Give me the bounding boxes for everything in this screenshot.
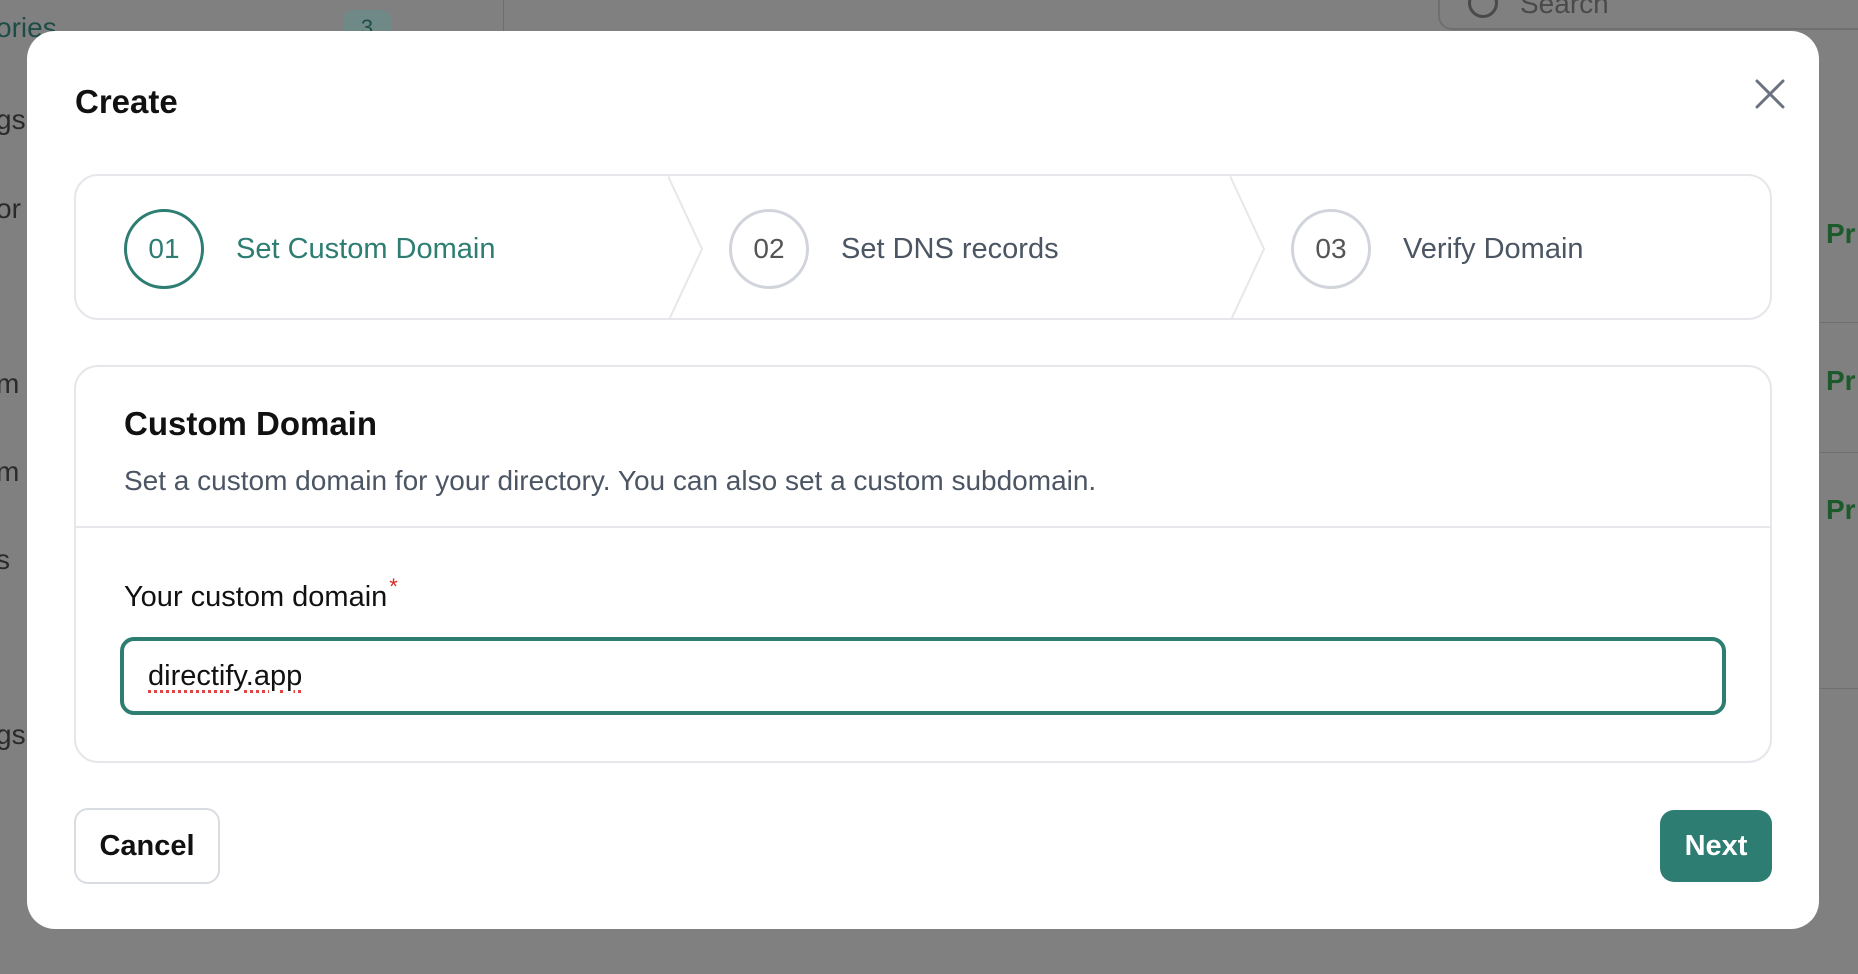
custom-domain-input[interactable] (120, 637, 1726, 715)
custom-domain-card: Custom Domain Set a custom domain for yo… (74, 365, 1772, 763)
bg-pro-label: Pr (1826, 218, 1856, 249)
bg-pro-label: Pr (1826, 365, 1856, 396)
bg-row-divider (1820, 688, 1858, 689)
close-button[interactable] (1745, 69, 1795, 119)
bg-sidebar-item: m (0, 456, 20, 487)
step-set-dns-records[interactable]: 02 Set DNS records (729, 176, 1059, 318)
cancel-button[interactable]: Cancel (74, 808, 220, 884)
bg-sidebar-item: gs (0, 104, 26, 135)
step-number: 02 (729, 209, 809, 289)
step-label: Verify Domain (1403, 232, 1584, 265)
bg-sidebar-item: or (0, 193, 21, 224)
step-number: 03 (1291, 209, 1371, 289)
card-header: Custom Domain Set a custom domain for yo… (76, 367, 1770, 528)
bg-search-box (1438, 0, 1858, 30)
step-chevron-icon (668, 176, 704, 318)
step-label: Set Custom Domain (236, 232, 496, 265)
bg-pro-label: Pr (1826, 494, 1856, 525)
bg-search-placeholder: Search (1520, 0, 1609, 19)
card-title: Custom Domain (124, 405, 378, 442)
step-chevron-icon (1230, 176, 1266, 318)
stepper: 01 Set Custom Domain 02 Set DNS records … (74, 174, 1772, 320)
bg-sidebar-item: s (0, 544, 10, 575)
bg-sidebar-item: m (0, 368, 20, 399)
step-number: 01 (124, 209, 204, 289)
step-verify-domain[interactable]: 03 Verify Domain (1291, 176, 1584, 318)
field-label-text: Your custom domain (124, 581, 388, 613)
modal-title: Create (75, 83, 178, 120)
required-marker: * (389, 574, 398, 599)
close-icon (1755, 79, 1785, 109)
bg-row-divider (1820, 452, 1858, 453)
card-description: Set a custom domain for your directory. … (124, 465, 1097, 496)
bg-row-divider (1820, 322, 1858, 323)
create-modal: Create 01 Set Custom Domain 02 Set DNS r… (27, 31, 1819, 929)
next-button[interactable]: Next (1660, 810, 1772, 882)
step-set-custom-domain[interactable]: 01 Set Custom Domain (124, 176, 496, 318)
custom-domain-label: Your custom domain* (124, 574, 398, 614)
bg-sidebar-item: gs (0, 719, 26, 750)
step-label: Set DNS records (841, 232, 1059, 265)
